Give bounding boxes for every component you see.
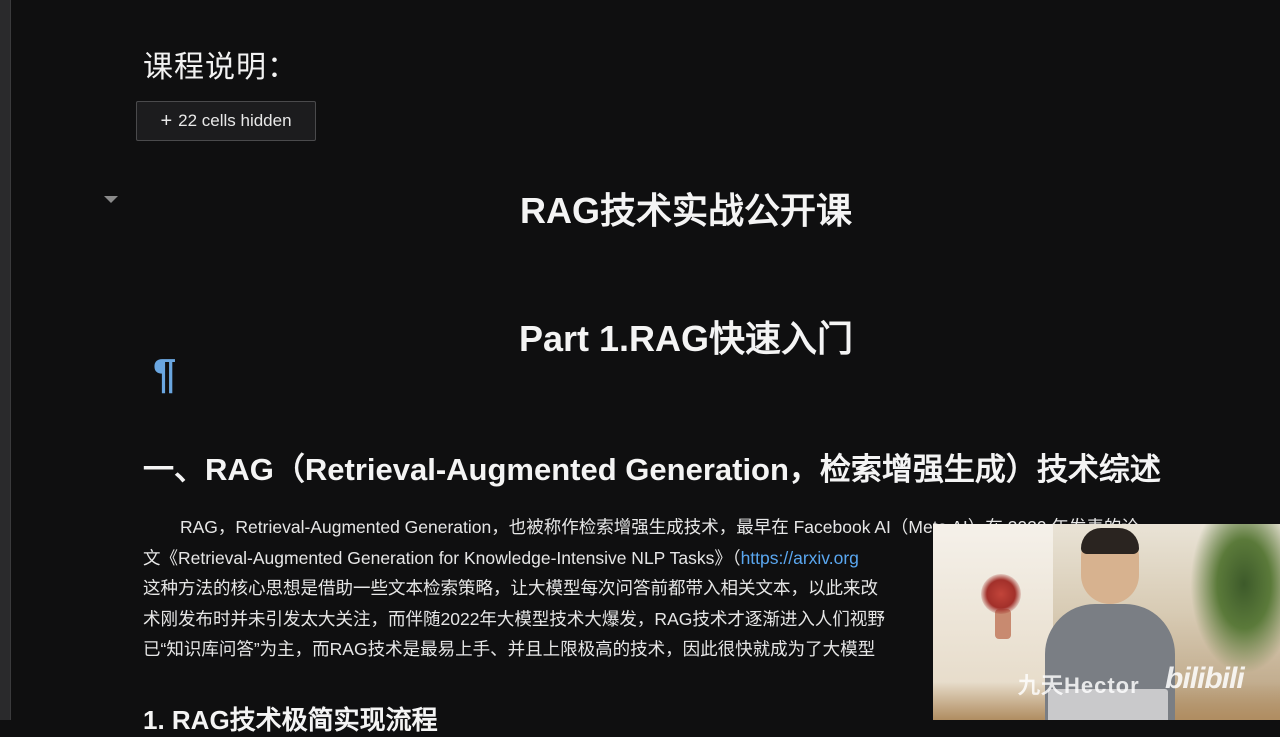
page-title: RAG技术实战公开课 xyxy=(520,190,852,231)
hidden-cells-label: 22 cells hidden xyxy=(178,111,292,130)
show-hidden-cells-button[interactable]: + 22 cells hidden xyxy=(136,101,316,141)
anchor-link-icon[interactable]: ¶ xyxy=(153,350,176,398)
watermark-author: 九天Hector xyxy=(1018,673,1140,698)
plus-icon: + xyxy=(160,110,173,132)
webcam-overlay: 九天Hector bilibili xyxy=(933,524,1280,720)
bilibili-logo: bilibili xyxy=(1165,662,1245,695)
paragraph-text: 文《Retrieval-Augmented Generation for Kno… xyxy=(143,547,741,568)
arxiv-link[interactable]: https://arxiv.org xyxy=(741,548,859,568)
presenter-hair xyxy=(1081,528,1139,554)
webcam-plant xyxy=(1190,524,1280,674)
sub-heading: 1. RAG技术极简实现流程 xyxy=(143,705,438,735)
webcam-flowers xyxy=(981,574,1021,614)
course-note-heading: 课程说明： xyxy=(143,50,298,85)
part-title: Part 1.RAG快速入门 xyxy=(518,318,854,359)
section-heading: 一、RAG（Retrieval-Augmented Generation，检索增… xyxy=(143,452,1161,487)
